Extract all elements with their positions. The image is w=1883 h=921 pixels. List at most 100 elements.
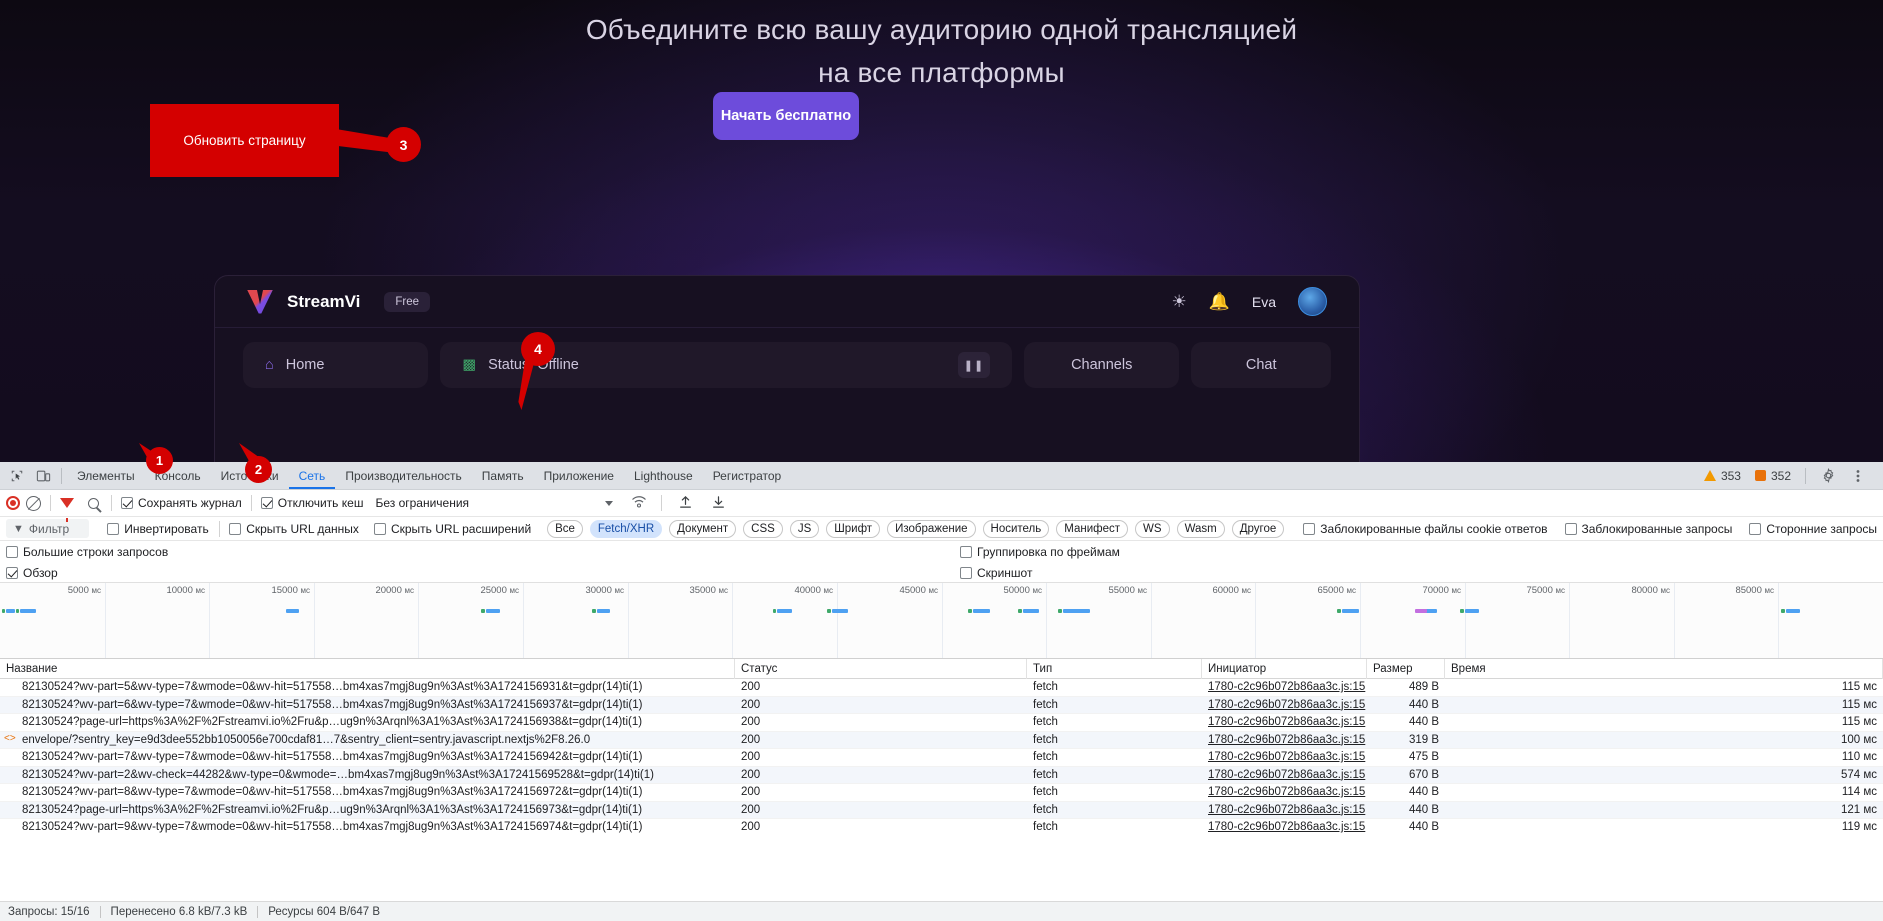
big-request-rows-checkbox[interactable]: Большие строки запросов	[6, 545, 168, 559]
initiator-link[interactable]: 1780-c2c96b072b86aa3c.js:15	[1208, 734, 1365, 746]
chevron-down-icon[interactable]	[605, 500, 614, 506]
pause-button[interactable]: ❚❚	[957, 352, 990, 378]
disable-cache-checkbox[interactable]: Отключить кеш	[260, 496, 363, 510]
initiator-link[interactable]: 1780-c2c96b072b86aa3c.js:15	[1208, 681, 1365, 693]
warning-count-badge[interactable]: 353	[1703, 469, 1741, 483]
initiator-link[interactable]: 1780-c2c96b072b86aa3c.js:15	[1208, 769, 1365, 781]
filter-icon[interactable]	[60, 498, 74, 522]
table-row[interactable]: <> envelope/?sentry_key=e9d3dee552bb10500…	[0, 731, 1883, 749]
tab-lighthouse[interactable]: Lighthouse	[624, 462, 703, 489]
overview-request-bar	[592, 609, 596, 613]
blocked-requests-checkbox[interactable]: Заблокированные запросы	[1564, 522, 1732, 536]
more-vertical-icon[interactable]	[1845, 464, 1871, 488]
cell-initiator: 1780-c2c96b072b86aa3c.js:15	[1202, 679, 1367, 697]
tab-memory[interactable]: Память	[472, 462, 534, 489]
type-filter-manifest[interactable]: Манифест	[1056, 519, 1129, 538]
table-header-cell[interactable]: Размер	[1367, 659, 1445, 679]
nav-item-chat[interactable]: Chat	[1191, 342, 1331, 388]
type-filter-all[interactable]: Все	[547, 519, 583, 538]
preserve-log-checkbox[interactable]: Сохранять журнал	[121, 496, 242, 510]
inspect-element-icon[interactable]	[4, 464, 30, 488]
network-options-row: Большие строки запросов Группировка по ф…	[0, 541, 1883, 583]
import-har-icon[interactable]	[679, 495, 692, 512]
initiator-link[interactable]: 1780-c2c96b072b86aa3c.js:15	[1208, 716, 1365, 728]
overview-request-bar	[1460, 609, 1464, 613]
overview-tick-label: 45000 мс	[899, 585, 938, 596]
search-icon[interactable]	[88, 497, 99, 509]
overview-tick-label: 20000 мс	[375, 585, 414, 596]
initiator-link[interactable]: 1780-c2c96b072b86aa3c.js:15	[1208, 821, 1365, 833]
overview-tick-label: 35000 мс	[689, 585, 728, 596]
initiator-link[interactable]: 1780-c2c96b072b86aa3c.js:15	[1208, 786, 1365, 798]
initiator-link[interactable]: 1780-c2c96b072b86aa3c.js:15	[1208, 751, 1365, 763]
network-overview-timeline[interactable]: 5000 мс 10000 мс 15000 мс 20000 мс 25000 мс 3…	[0, 583, 1883, 659]
table-header-cell[interactable]: Тип	[1027, 659, 1202, 679]
tab-performance[interactable]: Производительность	[335, 462, 471, 489]
initiator-link[interactable]: 1780-c2c96b072b86aa3c.js:15	[1208, 804, 1365, 816]
throttling-select-value[interactable]: Без ограничения	[375, 496, 469, 510]
export-har-icon[interactable]	[712, 495, 725, 512]
tab-network[interactable]: Сеть	[289, 462, 336, 489]
table-header-cell[interactable]: Название	[0, 659, 735, 679]
bell-icon[interactable]: 🔔	[1209, 293, 1230, 310]
avatar[interactable]	[1298, 287, 1327, 316]
overview-tick-label: 40000 мс	[794, 585, 833, 596]
start-free-button[interactable]: Начать бесплатно	[713, 92, 859, 140]
table-row[interactable]: 82130524?wv-part=5&wv-type=7&wmode=0&wv-…	[0, 679, 1883, 697]
type-filter-doc[interactable]: Документ	[669, 519, 737, 538]
type-filter-fetch-xhr[interactable]: Fetch/XHR	[589, 519, 663, 538]
clear-icon[interactable]	[26, 495, 41, 511]
type-filter-js[interactable]: JS	[789, 519, 820, 538]
overview-request-bar	[827, 609, 831, 613]
table-row[interactable]: 82130524?wv-part=8&wv-type=7&wmode=0&wv-…	[0, 784, 1883, 802]
screenshot-checkbox-box	[960, 567, 972, 579]
tab-application[interactable]: Приложение	[534, 462, 624, 489]
type-filter-media[interactable]: Носитель	[982, 519, 1050, 538]
network-table-container: Название Статус Тип Инициатор Размер Время 82…	[0, 659, 1883, 835]
hide-data-urls-checkbox[interactable]: Скрыть URL данных	[229, 522, 359, 536]
type-filter-ws[interactable]: WS	[1135, 519, 1170, 538]
nav-item-home[interactable]: ⌂ Home	[243, 342, 429, 388]
cell-time: 114 мс	[1841, 786, 1877, 799]
sun-icon[interactable]: ☀	[1171, 293, 1186, 310]
table-row[interactable]: 82130524?page-url=https%3A%2F%2Fstreamvi…	[0, 714, 1883, 732]
record-button[interactable]	[6, 496, 20, 510]
table-header-cell[interactable]: Время	[1445, 659, 1883, 679]
table-row[interactable]: 82130524?wv-part=6&wv-type=7&wmode=0&wv-…	[0, 696, 1883, 714]
invert-checkbox[interactable]: Инвертировать	[107, 522, 209, 536]
filter-input[interactable]: ▼ Фильтр	[6, 519, 89, 538]
group-by-frame-checkbox[interactable]: Группировка по фреймам	[960, 545, 1120, 559]
nav-item-home-label: Home	[285, 357, 325, 373]
tab-elements[interactable]: Элементы	[67, 462, 145, 489]
gear-icon[interactable]	[1815, 464, 1841, 488]
overview-checkbox[interactable]: Обзор	[6, 566, 58, 580]
network-conditions-icon[interactable]	[631, 495, 647, 512]
overview-request-bar	[773, 609, 776, 613]
third-party-checkbox-box	[1749, 522, 1762, 535]
table-row[interactable]: 82130524?wv-part=7&wv-type=7&wmode=0&wv-…	[0, 749, 1883, 767]
table-row[interactable]: 82130524?wv-part=9&wv-type=7&wmode=0&wv-…	[0, 819, 1883, 835]
overview-tick-label: 55000 мс	[1108, 585, 1147, 596]
table-row[interactable]: 82130524?page-url=https%3A%2F%2Fstreamvi…	[0, 801, 1883, 819]
nav-item-channels[interactable]: Channels	[1023, 342, 1180, 388]
type-filter-font[interactable]: Шрифт	[826, 519, 881, 538]
table-row[interactable]: 82130524?wv-part=2&wv-check=44282&wv-typ…	[0, 766, 1883, 784]
type-filter-wasm[interactable]: Wasm	[1176, 519, 1225, 538]
blocked-cookies-checkbox[interactable]: Заблокированные файлы cookie ответов	[1303, 522, 1548, 536]
hide-extension-urls-checkbox[interactable]: Скрыть URL расширений	[373, 522, 531, 536]
device-toolbar-icon[interactable]	[30, 464, 56, 488]
cell-size: 440 B	[1408, 821, 1439, 834]
type-filter-css[interactable]: CSS	[743, 519, 783, 538]
table-header-cell[interactable]: Инициатор	[1202, 659, 1367, 679]
cell-name: 82130524?wv-part=6&wv-type=7&wmode=0&wv-…	[22, 698, 643, 711]
tab-recorder[interactable]: Регистратор	[703, 462, 792, 489]
type-filter-other[interactable]: Другое	[1231, 519, 1285, 538]
screenshot-checkbox[interactable]: Скриншот	[960, 566, 1032, 580]
initiator-link[interactable]: 1780-c2c96b072b86aa3c.js:15	[1208, 699, 1365, 711]
cell-type: fetch	[1033, 786, 1058, 799]
type-filter-img[interactable]: Изображение	[887, 519, 976, 538]
table-header-cell[interactable]: Статус	[735, 659, 1027, 679]
error-count-badge[interactable]: 352	[1754, 469, 1791, 483]
overview-request-bar	[286, 609, 299, 613]
third-party-checkbox[interactable]: Сторонние запросы	[1749, 522, 1877, 536]
